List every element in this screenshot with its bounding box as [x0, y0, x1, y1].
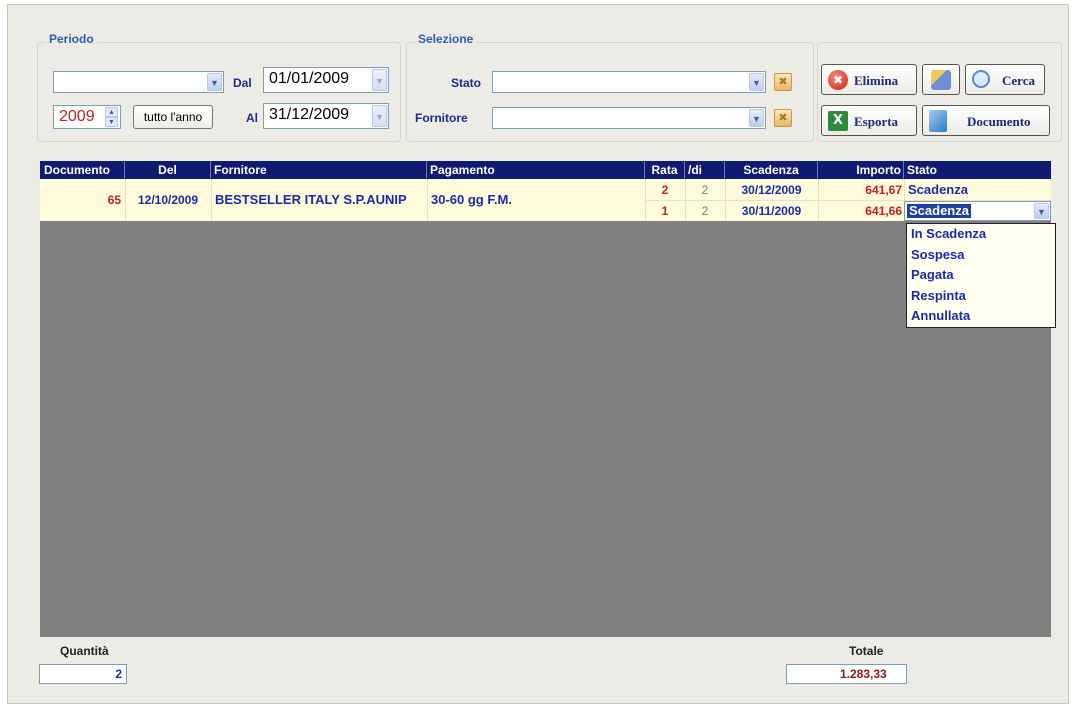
header-scadenza[interactable]: Scadenza: [725, 161, 818, 179]
header-importo[interactable]: Importo: [818, 161, 904, 179]
quantita-label: Quantità: [60, 644, 109, 658]
dal-date-field[interactable]: 01/01/2009 ▼: [263, 67, 389, 93]
brush-icon: [931, 70, 951, 90]
header-del[interactable]: Del: [125, 161, 211, 179]
totale-value: 1.283,33: [840, 667, 887, 681]
spinner-down-icon[interactable]: ▼: [105, 117, 118, 127]
al-label: Al: [246, 111, 258, 125]
cell-pagamento: 30-60 gg F.M.: [431, 192, 512, 207]
search-icon: [972, 70, 990, 88]
chevron-down-icon[interactable]: ▼: [749, 109, 764, 127]
cerca-label: Cerca: [1002, 73, 1035, 88]
stato-cell-select[interactable]: Scadenza ▼: [904, 201, 1051, 221]
clear-stato-icon[interactable]: ✖: [774, 73, 792, 91]
quantita-field: 2: [39, 664, 127, 684]
documento-button[interactable]: Documento: [922, 105, 1050, 136]
totale-label: Totale: [849, 644, 884, 658]
excel-icon: X: [828, 111, 848, 131]
cell-scadenza: 30/12/2009: [741, 183, 802, 197]
main-window: Periodo ▼ Dal 01/01/2009 ▼ 2009 ▲ ▼ tutt…: [7, 4, 1069, 704]
selezione-group: Selezione Stato ▼ ✖ Fornitore ▼ ✖: [406, 32, 814, 142]
al-date-value: 31/12/2009: [269, 106, 350, 123]
actions-group: ✖ Elimina Cerca X Esporta Documento: [817, 42, 1062, 142]
list-item[interactable]: Pagata: [911, 267, 954, 282]
cell-stato[interactable]: Scadenza: [908, 183, 968, 197]
elimina-label: Elimina: [854, 73, 899, 88]
cell-scadenza: 30/11/2009: [741, 204, 802, 218]
dal-label: Dal: [233, 76, 252, 90]
header-stato[interactable]: Stato: [904, 161, 1051, 179]
header-di[interactable]: /di: [685, 161, 725, 179]
chevron-down-icon[interactable]: ▼: [372, 105, 387, 127]
clean-button[interactable]: [922, 64, 960, 95]
quantita-value: 2: [115, 667, 122, 681]
chevron-down-icon[interactable]: ▼: [1034, 203, 1049, 219]
fornitore-filter-select[interactable]: ▼: [492, 107, 766, 129]
year-spinner[interactable]: 2009 ▲ ▼: [53, 105, 121, 129]
cell-importo: 641,67: [865, 183, 902, 197]
cerca-button[interactable]: Cerca: [965, 64, 1045, 95]
periodo-group: Periodo ▼ Dal 01/01/2009 ▼ 2009 ▲ ▼ tutt…: [37, 32, 401, 142]
cell-documento: 65: [107, 193, 121, 207]
chevron-down-icon[interactable]: ▼: [207, 73, 222, 91]
cell-rata: 1: [661, 204, 669, 218]
elimina-button[interactable]: ✖ Elimina: [821, 64, 917, 95]
list-item[interactable]: In Scadenza: [911, 226, 986, 241]
tutto-anno-button[interactable]: tutto l'anno: [133, 105, 213, 129]
clear-fornitore-icon[interactable]: ✖: [774, 109, 792, 127]
cell-rata: 2: [661, 183, 669, 197]
document-icon: [929, 110, 947, 132]
stato-dropdown-list[interactable]: In Scadenza Sospesa Pagata Respinta Annu…: [906, 223, 1056, 328]
header-documento[interactable]: Documento: [40, 161, 125, 179]
totale-field: 1.283,33: [786, 664, 907, 684]
list-item[interactable]: Respinta: [911, 288, 966, 303]
list-item[interactable]: Annullata: [911, 308, 970, 323]
periodo-select[interactable]: ▼: [53, 71, 224, 93]
scadenze-grid[interactable]: Documento Del Fornitore Pagamento Rata /…: [40, 161, 1056, 637]
chevron-down-icon[interactable]: ▼: [749, 73, 764, 91]
header-rata[interactable]: Rata: [645, 161, 685, 179]
cell-fornitore: BESTSELLER ITALY S.P.AUNIP: [215, 192, 407, 207]
cell-di: 2: [701, 204, 709, 218]
cell-del: 12/10/2009: [137, 193, 199, 207]
cell-di: 2: [701, 183, 709, 197]
spinner-up-icon[interactable]: ▲: [105, 107, 118, 117]
selezione-legend: Selezione: [415, 32, 477, 46]
header-fornitore[interactable]: Fornitore: [211, 161, 427, 179]
esporta-button[interactable]: X Esporta: [821, 105, 917, 136]
dal-date-value: 01/01/2009: [269, 70, 350, 87]
chevron-down-icon[interactable]: ▼: [372, 69, 387, 91]
periodo-legend: Periodo: [46, 32, 97, 46]
fornitore-label: Fornitore: [415, 111, 468, 125]
documento-label: Documento: [967, 114, 1031, 129]
list-item[interactable]: Sospesa: [911, 247, 964, 262]
cell-importo: 641,66: [865, 204, 902, 218]
delete-icon: ✖: [828, 70, 848, 90]
al-date-field[interactable]: 31/12/2009 ▼: [263, 103, 389, 129]
stato-label: Stato: [451, 76, 481, 90]
tutto-anno-label: tutto l'anno: [143, 110, 203, 124]
grid-header: Documento Del Fornitore Pagamento Rata /…: [40, 161, 1051, 179]
year-value: 2009: [59, 108, 95, 125]
stato-cell-value: Scadenza: [907, 203, 971, 218]
header-pagamento[interactable]: Pagamento: [427, 161, 645, 179]
esporta-label: Esporta: [854, 114, 899, 129]
stato-filter-select[interactable]: ▼: [492, 71, 766, 93]
